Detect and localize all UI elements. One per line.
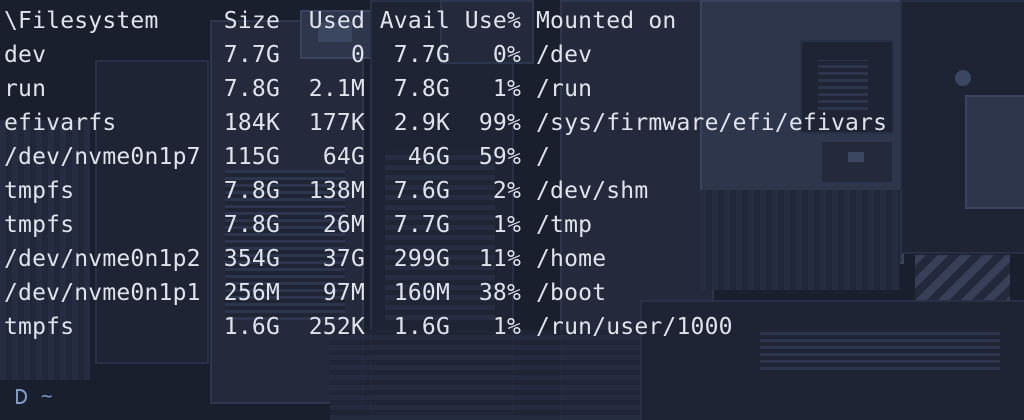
df-row: dev 7.7G 0 7.7G 0% /dev: [4, 38, 887, 72]
used-cell: 64G: [322, 144, 365, 170]
size-cell: 354G: [223, 246, 280, 272]
size-cell: 7.8G: [223, 178, 280, 204]
avail-cell: 160M: [393, 280, 450, 306]
filesystem-cell: tmpfs: [4, 178, 75, 204]
shell-prompt[interactable]: ~: [16, 384, 52, 408]
size-cell: 1.6G: [223, 314, 280, 340]
df-row: run 7.8G 2.1M 7.8G 1% /run: [4, 72, 887, 106]
use-percent-cell: 1%: [492, 314, 521, 340]
mount-point-cell: /run: [536, 76, 593, 102]
df-row: tmpfs 7.8G 26M 7.7G 1% /tmp: [4, 208, 887, 242]
avail-cell: 7.7G: [393, 42, 450, 68]
header-filesystem: \Filesystem: [4, 8, 159, 34]
size-cell: 7.8G: [223, 76, 280, 102]
used-cell: 0: [350, 42, 365, 68]
mount-point-cell: /: [536, 144, 551, 170]
mount-point-cell: /tmp: [536, 212, 593, 238]
avail-cell: 7.7G: [393, 212, 450, 238]
used-cell: 97M: [322, 280, 365, 306]
size-cell: 184K: [223, 110, 280, 136]
df-row: /dev/nvme0n1p7 115G 64G 46G 59% /: [4, 140, 887, 174]
terminal-window[interactable]: \Filesystem Size Used Avail Use% Mounted on d…: [0, 0, 1024, 420]
df-header-row: \Filesystem Size Used Avail Use% Mounted on: [4, 4, 887, 38]
avail-cell: 2.9K: [393, 110, 450, 136]
use-percent-cell: 59%: [478, 144, 521, 170]
df-row: /dev/nvme0n1p1 256M 97M 160M 38% /boot: [4, 276, 887, 310]
mount-point-cell: /dev/shm: [536, 178, 649, 204]
avail-cell: 7.8G: [393, 76, 450, 102]
size-cell: 256M: [223, 280, 280, 306]
used-cell: 26M: [322, 212, 365, 238]
prompt-path: ~: [41, 385, 53, 407]
avail-cell: 46G: [407, 144, 450, 170]
header-mounted-on: Mounted on: [536, 8, 677, 34]
header-avail: Avail: [379, 8, 450, 34]
mount-point-cell: /run/user/1000: [536, 314, 733, 340]
filesystem-cell: dev: [4, 42, 47, 68]
df-row: /dev/nvme0n1p2 354G 37G 299G 11% /home: [4, 242, 887, 276]
filesystem-cell: efivarfs: [4, 110, 117, 136]
filesystem-cell: tmpfs: [4, 212, 75, 238]
avail-cell: 1.6G: [393, 314, 450, 340]
header-size: Size: [223, 8, 280, 34]
filesystem-cell: run: [4, 76, 47, 102]
used-cell: 252K: [308, 314, 365, 340]
filesystem-cell: /dev/nvme0n1p7: [4, 144, 201, 170]
header-use-percent: Use%: [464, 8, 521, 34]
use-percent-cell: 38%: [478, 280, 521, 306]
avail-cell: 299G: [393, 246, 450, 272]
mount-point-cell: /boot: [536, 280, 607, 306]
df-row: efivarfs 184K 177K 2.9K 99% /sys/firmware/efi…: [4, 106, 887, 140]
size-cell: 115G: [223, 144, 280, 170]
df-output: \Filesystem Size Used Avail Use% Mounted on d…: [4, 4, 887, 344]
use-percent-cell: 99%: [478, 110, 521, 136]
used-cell: 37G: [322, 246, 365, 272]
mount-point-cell: /home: [536, 246, 607, 272]
used-cell: 2.1M: [308, 76, 365, 102]
mount-point-cell: /dev: [536, 42, 593, 68]
use-percent-cell: 1%: [492, 212, 521, 238]
size-cell: 7.7G: [223, 42, 280, 68]
df-row: tmpfs 1.6G 252K 1.6G 1% /run/user/1000: [4, 310, 887, 344]
filesystem-cell: /dev/nvme0n1p2: [4, 246, 201, 272]
use-percent-cell: 11%: [478, 246, 521, 272]
filesystem-cell: tmpfs: [4, 314, 75, 340]
use-percent-cell: 1%: [492, 76, 521, 102]
avail-cell: 7.6G: [393, 178, 450, 204]
use-percent-cell: 0%: [492, 42, 521, 68]
size-cell: 7.8G: [223, 212, 280, 238]
df-row: tmpfs 7.8G 138M 7.6G 2% /dev/shm: [4, 174, 887, 208]
mount-point-cell: /sys/firmware/efi/efivars: [536, 110, 888, 136]
filesystem-cell: /dev/nvme0n1p1: [4, 280, 201, 306]
prompt-cursor-icon: [16, 389, 27, 404]
used-cell: 138M: [308, 178, 365, 204]
use-percent-cell: 2%: [492, 178, 521, 204]
header-used: Used: [308, 8, 365, 34]
used-cell: 177K: [308, 110, 365, 136]
